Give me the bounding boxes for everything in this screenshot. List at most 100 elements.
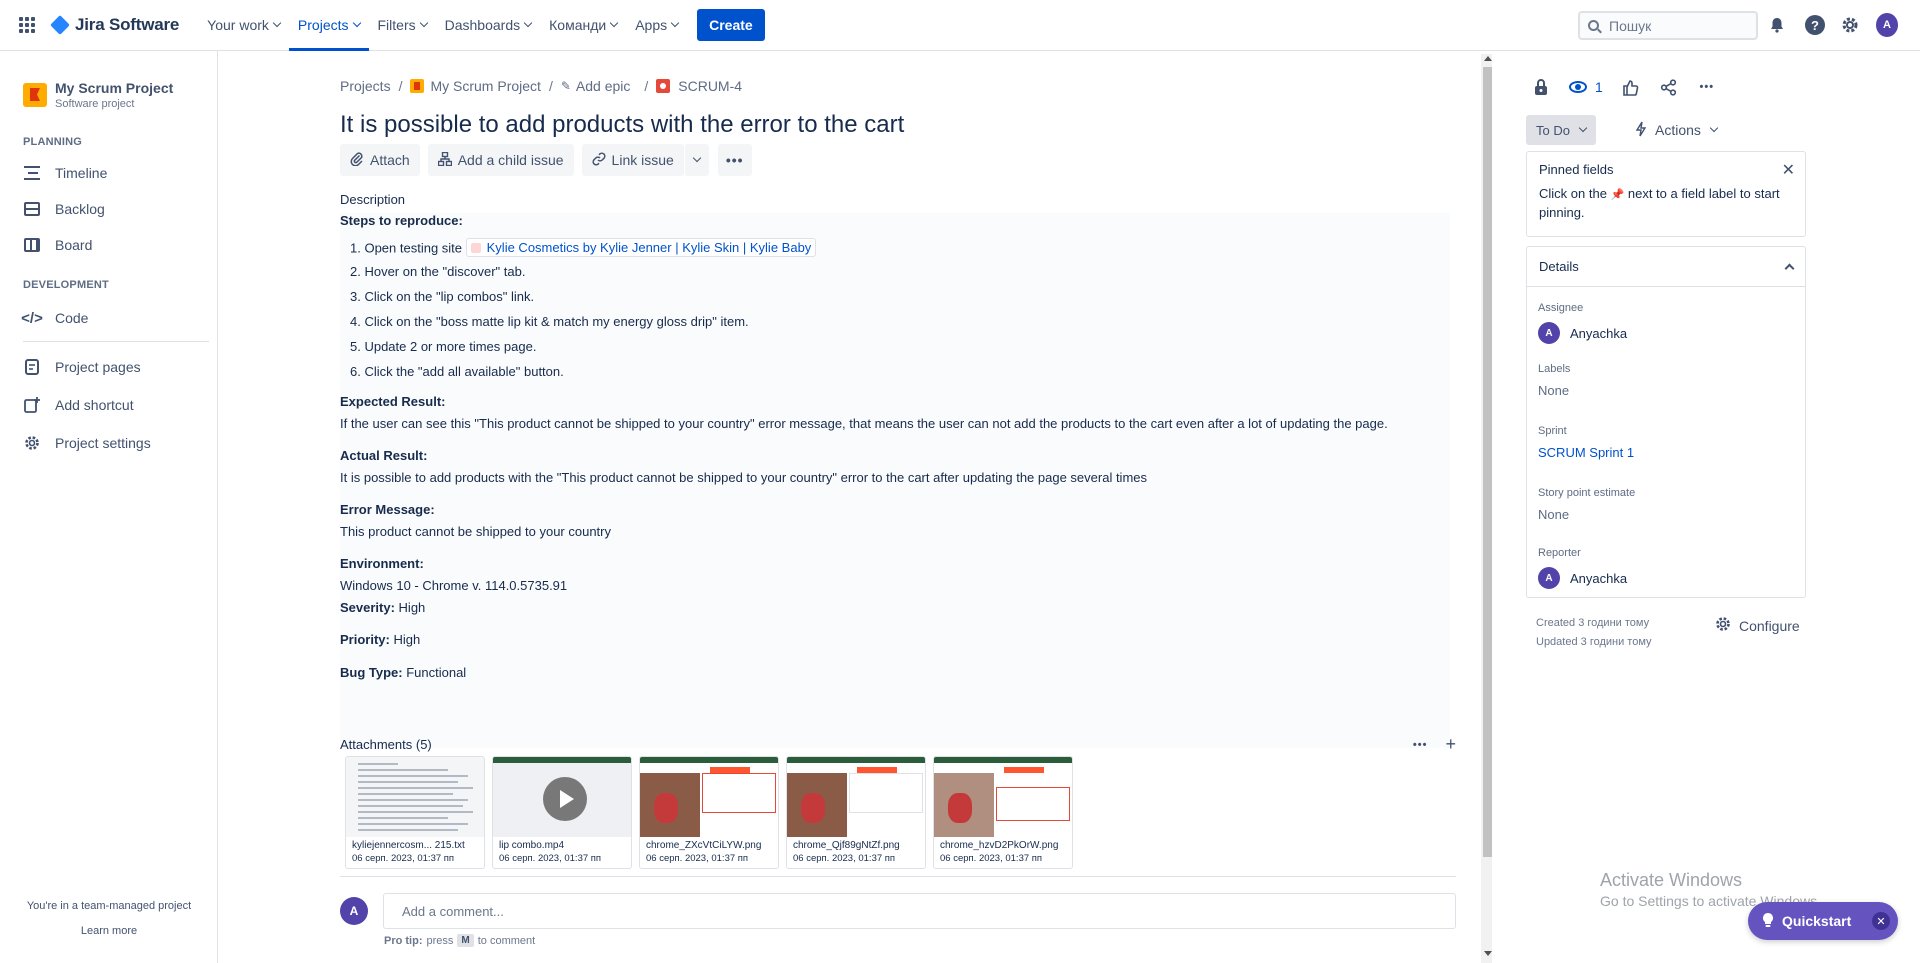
issue-title[interactable]: It is possible to add products with the … xyxy=(340,111,904,139)
nav-filters[interactable]: Filters xyxy=(369,0,436,51)
attach-button[interactable]: Attach xyxy=(340,144,420,176)
reporter-field[interactable]: Reporter A Anyachka xyxy=(1538,547,1627,589)
priority-line: Priority: High xyxy=(340,632,421,647)
search-input[interactable]: Пошук xyxy=(1578,11,1758,40)
eye-icon xyxy=(1569,81,1587,93)
search-icon xyxy=(1588,20,1599,31)
issue-toolbar: Attach Add a child issue Link issue ••• xyxy=(340,144,760,176)
quickstart-button[interactable]: Quickstart ✕ xyxy=(1748,902,1898,940)
nav-apps[interactable]: Apps xyxy=(626,0,687,51)
chevron-down-icon xyxy=(523,18,533,28)
breadcrumb-project[interactable]: My Scrum Project xyxy=(430,78,540,94)
main-scrollbar-thumb[interactable] xyxy=(1483,67,1492,857)
image-thumbnail xyxy=(934,757,1072,837)
close-icon[interactable]: ✕ xyxy=(1782,160,1795,180)
nav-your-work[interactable]: Your work xyxy=(198,0,289,51)
details-header[interactable]: Details xyxy=(1527,247,1805,287)
step-4: 4. Click on the "boss matte lip kit & ma… xyxy=(350,314,749,329)
attachment-card[interactable]: lip combo.mp4 06 серп. 2023, 01:37 пп xyxy=(492,756,632,869)
breadcrumb-add-epic[interactable]: Add epic xyxy=(576,78,630,94)
add-attachment-icon[interactable]: + xyxy=(1445,734,1456,755)
sprint-field[interactable]: Sprint SCRUM Sprint 1 xyxy=(1538,425,1634,460)
settings-gear-icon[interactable] xyxy=(1839,14,1861,36)
jira-logo[interactable]: Jira Software xyxy=(50,15,179,35)
notifications-bell-icon[interactable] xyxy=(1766,14,1788,36)
bug-type-line: Bug Type: Functional xyxy=(340,665,467,680)
sidebar-item-board[interactable]: Board xyxy=(23,236,92,254)
sidebar-item-code[interactable]: </> Code xyxy=(21,309,88,327)
comment-composer: A Add a comment... xyxy=(340,893,1456,929)
comment-input[interactable]: Add a comment... xyxy=(383,893,1456,929)
video-thumbnail xyxy=(493,757,631,837)
breadcrumb-issue-key[interactable]: SCRUM-4 xyxy=(678,78,742,94)
attachment-card[interactable]: chrome_hzvD2PkOrW.png 06 серп. 2023, 01:… xyxy=(933,756,1073,869)
watch-button[interactable]: 1 xyxy=(1569,79,1603,95)
project-header[interactable]: My Scrum Project Software project xyxy=(0,51,217,110)
env-heading: Environment: xyxy=(340,556,424,571)
scroll-up-arrow-icon[interactable] xyxy=(1484,56,1492,61)
nav-teams[interactable]: Команди xyxy=(540,0,626,51)
thumbs-up-icon[interactable] xyxy=(1621,77,1641,97)
attachments-more-icon[interactable]: ••• xyxy=(1413,739,1428,751)
link-issue-button[interactable]: Link issue xyxy=(581,144,684,176)
step-6: 6. Click the "add all available" button. xyxy=(350,364,564,379)
chevron-down-icon xyxy=(352,18,361,28)
link-icon xyxy=(592,151,606,169)
steps-heading: Steps to reproduce: xyxy=(340,213,463,228)
step-2: 2. Hover on the "discover" tab. xyxy=(350,264,526,279)
attachment-card[interactable]: kyliejennercosm... 215.txt 06 серп. 2023… xyxy=(345,756,485,869)
chevron-down-icon xyxy=(609,18,619,28)
sidebar-item-backlog[interactable]: Backlog xyxy=(23,200,105,218)
nav-dashboards[interactable]: Dashboards xyxy=(436,0,541,51)
create-button[interactable]: Create xyxy=(697,9,765,41)
attachments-title: Attachments (5) xyxy=(340,737,432,752)
status-dropdown[interactable]: To Do xyxy=(1526,115,1596,145)
breadcrumb: Projects / My Scrum Project / ✎ Add epic… xyxy=(340,78,743,94)
breadcrumb-projects[interactable]: Projects xyxy=(340,78,391,94)
sidebar-item-timeline[interactable]: Timeline xyxy=(23,164,107,182)
details-title: Details xyxy=(1539,259,1579,274)
smart-link[interactable]: Kylie Cosmetics by Kylie Jenner | Kylie … xyxy=(465,238,817,257)
issue-details-panel: 1 ••• To Do Actions Pinned fields ✕ Clic… xyxy=(1525,51,1920,963)
story-point-field[interactable]: Story point estimate None xyxy=(1538,487,1635,522)
description-body[interactable]: Steps to reproduce: 1. Open testing site… xyxy=(340,213,1450,748)
chevron-down-icon xyxy=(419,18,428,28)
add-child-issue-button[interactable]: Add a child issue xyxy=(427,144,574,176)
image-thumbnail xyxy=(787,757,925,837)
pinned-fields-title: Pinned fields xyxy=(1539,162,1614,177)
team-managed-note: You're in a team-managed project xyxy=(26,900,192,912)
watch-count: 1 xyxy=(1595,79,1603,95)
labels-field[interactable]: Labels None xyxy=(1538,363,1570,398)
link-issue-dropdown[interactable] xyxy=(684,144,709,176)
sidebar-item-project-settings[interactable]: Project settings xyxy=(23,434,151,452)
app-switcher-icon[interactable] xyxy=(19,17,35,33)
assignee-field[interactable]: Assignee A Anyachka xyxy=(1538,302,1627,344)
attachments-list: kyliejennercosm... 215.txt 06 серп. 2023… xyxy=(345,756,1073,869)
more-actions-button[interactable]: ••• xyxy=(717,144,752,176)
pin-icon: 📌 xyxy=(1610,189,1625,201)
chevron-down-icon xyxy=(1578,123,1588,133)
board-icon xyxy=(24,238,40,252)
lock-icon[interactable] xyxy=(1531,77,1551,97)
nav-projects[interactable]: Projects xyxy=(288,0,369,51)
sidebar-item-project-pages[interactable]: Project pages xyxy=(23,358,141,376)
sidebar-item-add-shortcut[interactable]: Add shortcut xyxy=(23,396,134,414)
project-avatar-icon xyxy=(23,83,47,107)
help-icon[interactable]: ? xyxy=(1804,14,1826,36)
learn-more-link[interactable]: Learn more xyxy=(0,925,218,937)
close-icon[interactable]: ✕ xyxy=(1872,912,1890,930)
pro-tip: Pro tip: press M to comment xyxy=(384,934,536,947)
scroll-down-arrow-icon[interactable] xyxy=(1484,951,1492,956)
chevron-up-icon[interactable] xyxy=(1784,263,1795,274)
attachment-card[interactable]: chrome_Qjf89gNtZf.png 06 серп. 2023, 01:… xyxy=(786,756,926,869)
attachment-card[interactable]: chrome_ZXcVtCiLYW.png 06 серп. 2023, 01:… xyxy=(639,756,779,869)
jira-diamond-icon xyxy=(50,15,70,35)
actions-dropdown[interactable]: Actions xyxy=(1627,115,1725,145)
expected-heading: Expected Result: xyxy=(340,394,446,409)
configure-button[interactable]: Configure xyxy=(1715,616,1800,635)
more-horizontal-icon[interactable]: ••• xyxy=(1697,77,1717,97)
issue-actions-row: 1 ••• xyxy=(1531,77,1735,97)
share-icon[interactable] xyxy=(1659,77,1679,97)
primary-nav: Your work Projects Filters Dashboards Ко… xyxy=(198,0,687,51)
user-avatar[interactable]: A xyxy=(1876,13,1898,37)
